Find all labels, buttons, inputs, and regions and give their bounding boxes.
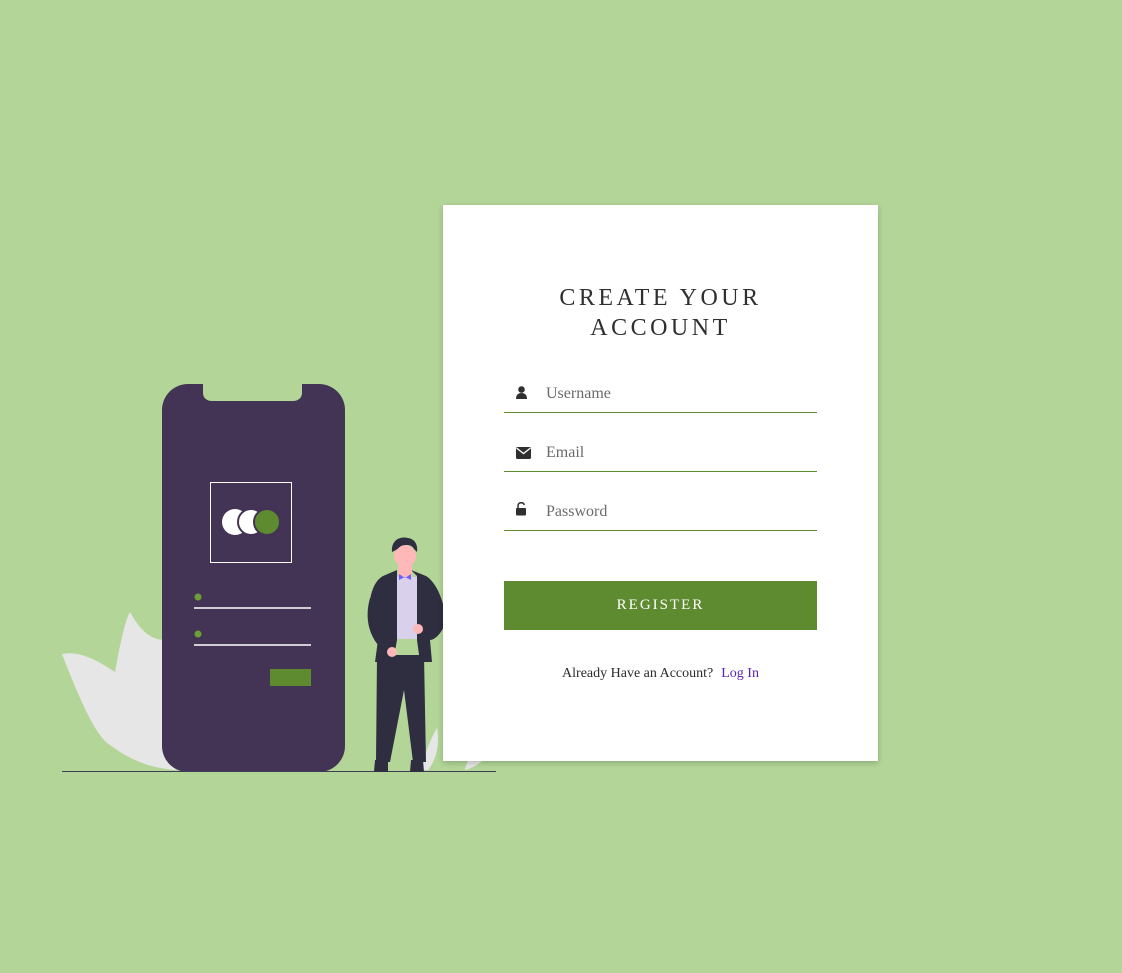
email-input[interactable] [544,435,818,471]
signup-card: CREATE YOUR ACCOUNT REGISTER Already Hav… [443,205,878,761]
email-field [504,435,818,472]
password-input[interactable] [544,494,818,530]
phone-illustration [162,384,345,772]
page: CREATE YOUR ACCOUNT REGISTER Already Hav… [0,0,1122,973]
already-account-text: Already Have an Account? [562,666,714,681]
envelope-icon [516,435,531,471]
username-input[interactable] [544,376,818,412]
login-link[interactable]: Log In [721,666,759,681]
page-title: CREATE YOUR ACCOUNT [559,285,762,341]
register-button[interactable]: REGISTER [504,581,817,630]
unlock-icon [516,494,530,530]
username-field [504,376,818,413]
user-icon [516,376,530,412]
login-prompt: Already Have an Account? Log In [443,666,878,682]
password-field [504,494,818,531]
